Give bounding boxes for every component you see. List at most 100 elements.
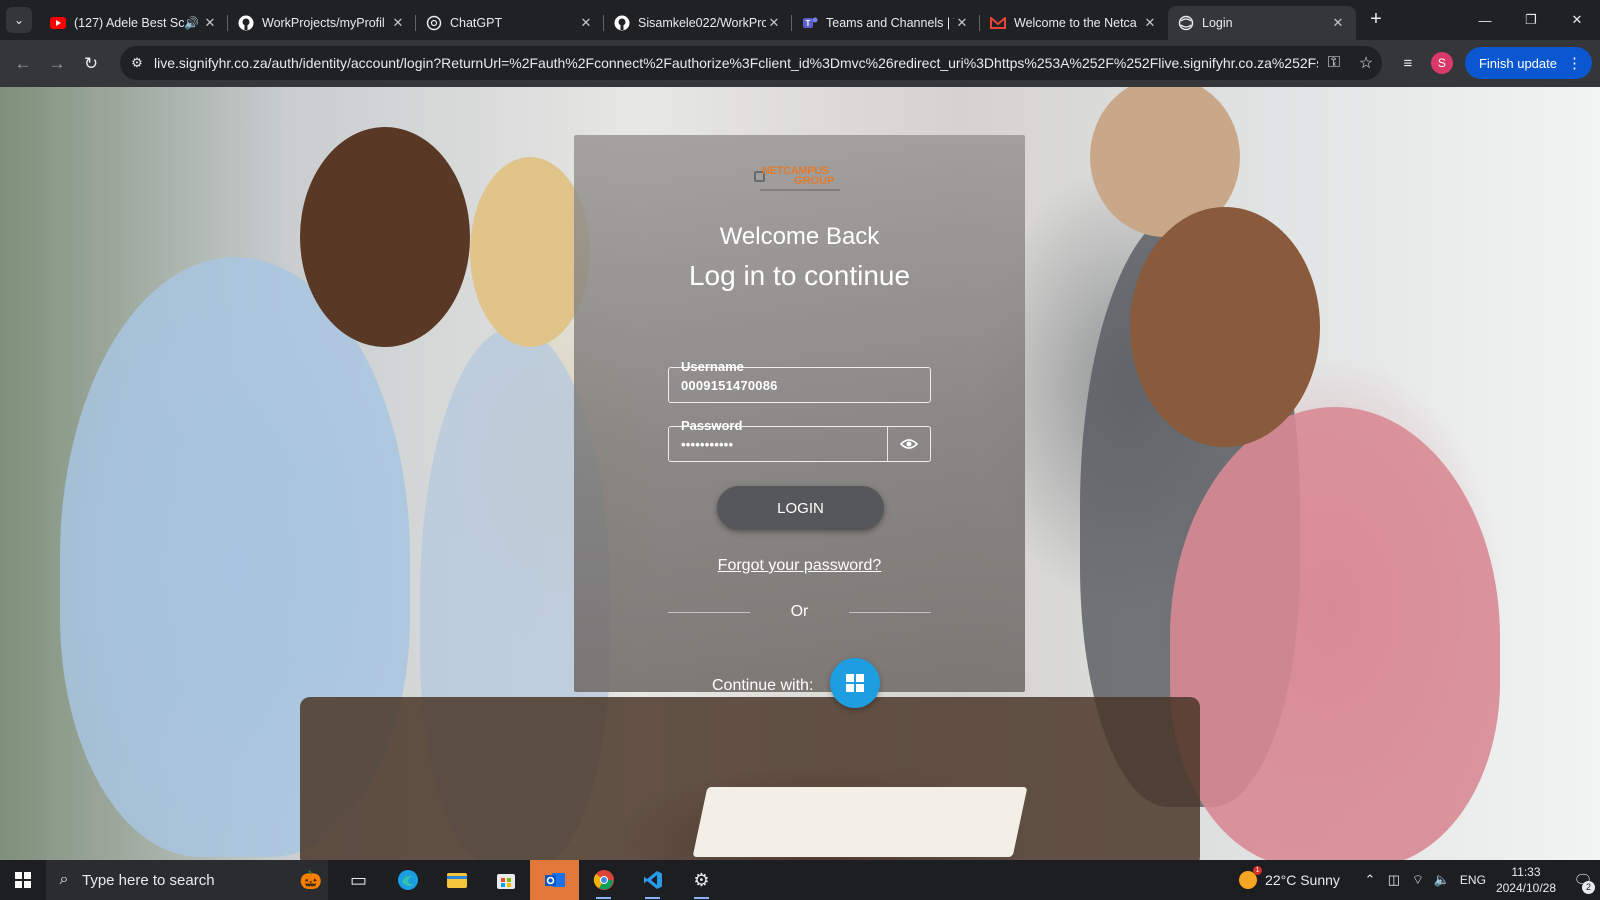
back-icon[interactable]: ← bbox=[6, 47, 40, 81]
tab-title: Welcome to the Netca bbox=[1014, 16, 1137, 30]
microsoft-store-icon[interactable] bbox=[481, 860, 530, 900]
tab-title: Sisamkele022/WorkPro bbox=[638, 16, 766, 30]
welcome-heading: Welcome Back bbox=[719, 223, 880, 250]
notification-center-icon[interactable]: 🗨 2 bbox=[1566, 860, 1600, 900]
username-value[interactable]: 0009151470086 bbox=[681, 378, 778, 393]
username-field[interactable]: Username 0009151470086 bbox=[668, 359, 931, 403]
media-control-icon[interactable]: ≡ bbox=[1391, 46, 1425, 80]
chrome-icon[interactable] bbox=[579, 860, 628, 900]
tab-title: Login bbox=[1202, 16, 1233, 30]
weather-widget[interactable]: 1 22°C Sunny bbox=[1239, 866, 1340, 889]
weather-temperature: 22°C bbox=[1265, 872, 1297, 888]
close-window-icon[interactable]: ✕ bbox=[1554, 0, 1600, 40]
close-tab-icon[interactable]: ✕ bbox=[202, 15, 218, 31]
windows-icon bbox=[846, 674, 864, 692]
chatgpt-icon bbox=[426, 15, 442, 31]
logo-text: GROUP bbox=[794, 175, 835, 187]
restore-icon[interactable]: ❐ bbox=[1508, 0, 1554, 40]
file-explorer-icon[interactable] bbox=[432, 860, 481, 900]
github-icon bbox=[614, 15, 630, 31]
speaker-icon[interactable]: 🔊 bbox=[184, 16, 202, 30]
close-tab-icon[interactable]: ✕ bbox=[390, 15, 406, 31]
sun-icon: 1 bbox=[1239, 866, 1263, 889]
close-tab-icon[interactable]: ✕ bbox=[766, 15, 782, 31]
minimize-icon[interactable]: — bbox=[1462, 0, 1508, 40]
wifi-icon[interactable]: ⌔ bbox=[1406, 872, 1430, 888]
close-tab-icon[interactable]: ✕ bbox=[1330, 15, 1346, 31]
bookmark-star-icon[interactable]: ☆ bbox=[1350, 53, 1382, 73]
tab-title: ChatGPT bbox=[450, 16, 503, 30]
background-photo bbox=[470, 157, 590, 347]
vscode-icon[interactable] bbox=[628, 860, 677, 900]
microsoft-login-button[interactable] bbox=[830, 658, 880, 708]
background-photo bbox=[300, 127, 470, 347]
continue-with-label: Continue with: bbox=[712, 677, 814, 694]
tab-chatgpt[interactable]: ChatGPT ✕ bbox=[416, 6, 604, 40]
meet-now-icon[interactable]: ◫ bbox=[1382, 872, 1406, 888]
close-tab-icon[interactable]: ✕ bbox=[578, 15, 594, 31]
weather-badge: 1 bbox=[1253, 866, 1263, 875]
forward-icon[interactable]: → bbox=[40, 47, 74, 81]
login-card: NETCAMPUS GROUP Welcome Back Log in to c… bbox=[574, 135, 1025, 708]
gmail-icon bbox=[990, 15, 1006, 31]
tab-gmail[interactable]: Welcome to the Netca ✕ bbox=[980, 6, 1168, 40]
background-photo bbox=[692, 787, 1028, 857]
or-divider: Or bbox=[668, 603, 931, 623]
teams-icon: T bbox=[802, 15, 818, 31]
password-value[interactable]: ••••••••••• bbox=[681, 437, 733, 452]
taskbar-search[interactable]: ⌕ Type here to search 🎃 bbox=[46, 860, 328, 900]
browser-tab-strip: ⌄ (127) Adele Best Sc 🔊 ✕ WorkProjects/m… bbox=[0, 0, 1600, 40]
chevron-down-icon: ⌄ bbox=[13, 13, 25, 27]
url-text[interactable]: live.signifyhr.co.za/auth/identity/accou… bbox=[154, 55, 1318, 71]
pumpkin-icon: 🎃 bbox=[299, 869, 322, 890]
tab-github-sisamkele[interactable]: Sisamkele022/WorkPro ✕ bbox=[604, 6, 792, 40]
tab-list: (127) Adele Best Sc 🔊 ✕ WorkProjects/myP… bbox=[40, 0, 1356, 40]
outlook-icon[interactable] bbox=[530, 860, 579, 900]
windows-taskbar: ⌕ Type here to search 🎃 ▭ ⚙ 1 22°C Sunny bbox=[0, 860, 1600, 900]
reload-icon[interactable]: ↻ bbox=[74, 47, 108, 81]
password-label: Password bbox=[681, 418, 743, 433]
search-icon: ⌕ bbox=[59, 871, 69, 888]
address-bar[interactable]: ⚙ live.signifyhr.co.za/auth/identity/acc… bbox=[120, 46, 1382, 80]
profile-button[interactable]: S bbox=[1425, 46, 1459, 80]
tab-youtube[interactable]: (127) Adele Best Sc 🔊 ✕ bbox=[40, 6, 228, 40]
username-label: Username bbox=[681, 359, 744, 374]
close-tab-icon[interactable]: ✕ bbox=[1142, 15, 1158, 31]
new-tab-button[interactable]: + bbox=[1362, 5, 1390, 33]
notification-count: 2 bbox=[1582, 881, 1595, 894]
finish-update-label: Finish update bbox=[1478, 55, 1557, 71]
task-view-icon[interactable]: ▭ bbox=[334, 860, 383, 900]
system-tray: 1 22°C Sunny ⌃ ◫ ⌔ 🔈 ENG 11:33 2024/10/2… bbox=[1239, 860, 1600, 900]
password-key-icon[interactable]: ⚿ bbox=[1318, 54, 1350, 72]
company-logo: NETCAMPUS GROUP bbox=[754, 165, 844, 199]
tab-teams[interactable]: T Teams and Channels | T ✕ bbox=[792, 6, 980, 40]
show-password-icon[interactable] bbox=[888, 427, 930, 461]
login-page: NETCAMPUS GROUP Welcome Back Log in to c… bbox=[0, 87, 1600, 860]
tab-search-button[interactable]: ⌄ bbox=[6, 7, 32, 33]
more-menu-icon: ⋮ bbox=[1567, 55, 1582, 72]
clock-date: 2024/10/28 bbox=[1495, 881, 1556, 895]
taskbar-apps: ▭ ⚙ bbox=[334, 860, 726, 900]
chevron-up-icon[interactable]: ⌃ bbox=[1358, 872, 1382, 888]
edge-icon[interactable] bbox=[383, 860, 432, 900]
tab-login[interactable]: Login ✕ bbox=[1168, 6, 1356, 40]
tab-github-workprojects[interactable]: WorkProjects/myProfil ✕ bbox=[228, 6, 416, 40]
forgot-password-link[interactable]: Forgot your password? bbox=[574, 557, 1025, 575]
window-controls: — ❐ ✕ bbox=[1462, 0, 1600, 40]
avatar: S bbox=[1430, 52, 1453, 74]
finish-update-button[interactable]: Finish update ⋮ bbox=[1464, 47, 1592, 79]
login-button[interactable]: LOGIN bbox=[717, 486, 884, 530]
language-indicator[interactable]: ENG bbox=[1460, 873, 1486, 887]
youtube-icon bbox=[50, 15, 66, 31]
settings-gear-icon[interactable]: ⚙ bbox=[677, 860, 726, 900]
volume-icon[interactable]: 🔈 bbox=[1430, 872, 1454, 888]
clock[interactable]: 11:33 2024/10/28 bbox=[1496, 864, 1556, 896]
globe-icon bbox=[1178, 15, 1194, 31]
password-field[interactable]: Password ••••••••••• bbox=[668, 418, 931, 462]
github-icon bbox=[238, 15, 254, 31]
start-button[interactable] bbox=[0, 860, 46, 900]
close-tab-icon[interactable]: ✕ bbox=[954, 15, 970, 31]
site-info-icon[interactable]: ⚙ bbox=[120, 55, 154, 71]
toolbar-actions: ≡ S Finish update ⋮ bbox=[1391, 46, 1592, 80]
tab-title: WorkProjects/myProfil bbox=[262, 16, 385, 30]
